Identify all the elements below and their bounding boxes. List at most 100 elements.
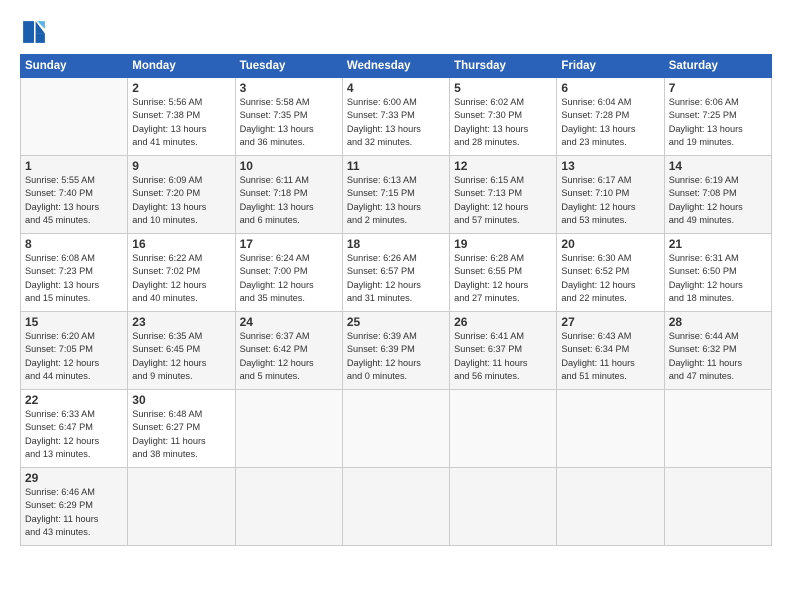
calendar-cell: 9Sunrise: 6:09 AM Sunset: 7:20 PM Daylig… <box>128 156 235 234</box>
day-info: Sunrise: 6:22 AM Sunset: 7:02 PM Dayligh… <box>132 252 230 305</box>
week-row-5: 29Sunrise: 6:46 AM Sunset: 6:29 PM Dayli… <box>21 468 772 546</box>
day-info: Sunrise: 6:31 AM Sunset: 6:50 PM Dayligh… <box>669 252 767 305</box>
calendar-cell: 19Sunrise: 6:28 AM Sunset: 6:55 PM Dayli… <box>450 234 557 312</box>
day-number: 3 <box>240 81 338 95</box>
day-header-sunday: Sunday <box>21 55 128 78</box>
day-number: 19 <box>454 237 552 251</box>
calendar-cell: 24Sunrise: 6:37 AM Sunset: 6:42 PM Dayli… <box>235 312 342 390</box>
day-info: Sunrise: 6:37 AM Sunset: 6:42 PM Dayligh… <box>240 330 338 383</box>
day-info: Sunrise: 6:09 AM Sunset: 7:20 PM Dayligh… <box>132 174 230 227</box>
calendar-cell: 17Sunrise: 6:24 AM Sunset: 7:00 PM Dayli… <box>235 234 342 312</box>
day-info: Sunrise: 6:04 AM Sunset: 7:28 PM Dayligh… <box>561 96 659 149</box>
day-info: Sunrise: 6:41 AM Sunset: 6:37 PM Dayligh… <box>454 330 552 383</box>
calendar-cell: 23Sunrise: 6:35 AM Sunset: 6:45 PM Dayli… <box>128 312 235 390</box>
day-number: 10 <box>240 159 338 173</box>
calendar-cell <box>21 78 128 156</box>
calendar-cell: 16Sunrise: 6:22 AM Sunset: 7:02 PM Dayli… <box>128 234 235 312</box>
day-number: 11 <box>347 159 445 173</box>
day-number: 8 <box>25 237 123 251</box>
calendar-cell <box>342 390 449 468</box>
calendar-body: 2Sunrise: 5:56 AM Sunset: 7:38 PM Daylig… <box>21 78 772 546</box>
calendar-cell: 7Sunrise: 6:06 AM Sunset: 7:25 PM Daylig… <box>664 78 771 156</box>
day-info: Sunrise: 5:56 AM Sunset: 7:38 PM Dayligh… <box>132 96 230 149</box>
calendar-cell: 2Sunrise: 5:56 AM Sunset: 7:38 PM Daylig… <box>128 78 235 156</box>
day-number: 7 <box>669 81 767 95</box>
day-number: 15 <box>25 315 123 329</box>
day-header-wednesday: Wednesday <box>342 55 449 78</box>
calendar-cell <box>342 468 449 546</box>
calendar-cell <box>450 468 557 546</box>
day-info: Sunrise: 6:43 AM Sunset: 6:34 PM Dayligh… <box>561 330 659 383</box>
day-number: 13 <box>561 159 659 173</box>
day-number: 5 <box>454 81 552 95</box>
day-number: 25 <box>347 315 445 329</box>
calendar-cell: 21Sunrise: 6:31 AM Sunset: 6:50 PM Dayli… <box>664 234 771 312</box>
day-info: Sunrise: 6:28 AM Sunset: 6:55 PM Dayligh… <box>454 252 552 305</box>
calendar-cell: 22Sunrise: 6:33 AM Sunset: 6:47 PM Dayli… <box>21 390 128 468</box>
calendar-cell <box>557 390 664 468</box>
day-number: 18 <box>347 237 445 251</box>
calendar-cell: 27Sunrise: 6:43 AM Sunset: 6:34 PM Dayli… <box>557 312 664 390</box>
day-number: 27 <box>561 315 659 329</box>
calendar-cell <box>664 468 771 546</box>
day-header-thursday: Thursday <box>450 55 557 78</box>
day-number: 12 <box>454 159 552 173</box>
calendar-cell: 5Sunrise: 6:02 AM Sunset: 7:30 PM Daylig… <box>450 78 557 156</box>
day-header-saturday: Saturday <box>664 55 771 78</box>
day-number: 16 <box>132 237 230 251</box>
day-number: 24 <box>240 315 338 329</box>
week-row-2: 8Sunrise: 6:08 AM Sunset: 7:23 PM Daylig… <box>21 234 772 312</box>
calendar-cell <box>450 390 557 468</box>
day-number: 28 <box>669 315 767 329</box>
day-number: 17 <box>240 237 338 251</box>
day-number: 23 <box>132 315 230 329</box>
page: SundayMondayTuesdayWednesdayThursdayFrid… <box>0 0 792 612</box>
calendar-cell <box>557 468 664 546</box>
calendar-cell: 20Sunrise: 6:30 AM Sunset: 6:52 PM Dayli… <box>557 234 664 312</box>
calendar-cell: 10Sunrise: 6:11 AM Sunset: 7:18 PM Dayli… <box>235 156 342 234</box>
day-number: 1 <box>25 159 123 173</box>
calendar-cell: 6Sunrise: 6:04 AM Sunset: 7:28 PM Daylig… <box>557 78 664 156</box>
day-header-tuesday: Tuesday <box>235 55 342 78</box>
calendar-cell <box>235 390 342 468</box>
day-info: Sunrise: 6:02 AM Sunset: 7:30 PM Dayligh… <box>454 96 552 149</box>
day-info: Sunrise: 6:35 AM Sunset: 6:45 PM Dayligh… <box>132 330 230 383</box>
calendar-cell: 25Sunrise: 6:39 AM Sunset: 6:39 PM Dayli… <box>342 312 449 390</box>
day-number: 22 <box>25 393 123 407</box>
day-number: 26 <box>454 315 552 329</box>
day-info: Sunrise: 5:55 AM Sunset: 7:40 PM Dayligh… <box>25 174 123 227</box>
calendar-cell: 3Sunrise: 5:58 AM Sunset: 7:35 PM Daylig… <box>235 78 342 156</box>
day-info: Sunrise: 6:08 AM Sunset: 7:23 PM Dayligh… <box>25 252 123 305</box>
day-info: Sunrise: 6:24 AM Sunset: 7:00 PM Dayligh… <box>240 252 338 305</box>
calendar-cell: 4Sunrise: 6:00 AM Sunset: 7:33 PM Daylig… <box>342 78 449 156</box>
day-info: Sunrise: 6:17 AM Sunset: 7:10 PM Dayligh… <box>561 174 659 227</box>
calendar-cell: 29Sunrise: 6:46 AM Sunset: 6:29 PM Dayli… <box>21 468 128 546</box>
day-number: 9 <box>132 159 230 173</box>
day-info: Sunrise: 6:11 AM Sunset: 7:18 PM Dayligh… <box>240 174 338 227</box>
calendar-cell: 13Sunrise: 6:17 AM Sunset: 7:10 PM Dayli… <box>557 156 664 234</box>
day-header-monday: Monday <box>128 55 235 78</box>
logo <box>20 18 52 46</box>
calendar-cell: 11Sunrise: 6:13 AM Sunset: 7:15 PM Dayli… <box>342 156 449 234</box>
week-row-1: 1Sunrise: 5:55 AM Sunset: 7:40 PM Daylig… <box>21 156 772 234</box>
day-number: 30 <box>132 393 230 407</box>
day-header-friday: Friday <box>557 55 664 78</box>
day-number: 29 <box>25 471 123 485</box>
calendar-cell <box>664 390 771 468</box>
calendar-cell: 12Sunrise: 6:15 AM Sunset: 7:13 PM Dayli… <box>450 156 557 234</box>
day-info: Sunrise: 6:06 AM Sunset: 7:25 PM Dayligh… <box>669 96 767 149</box>
day-number: 20 <box>561 237 659 251</box>
header <box>20 18 772 46</box>
day-info: Sunrise: 6:13 AM Sunset: 7:15 PM Dayligh… <box>347 174 445 227</box>
day-number: 14 <box>669 159 767 173</box>
week-row-0: 2Sunrise: 5:56 AM Sunset: 7:38 PM Daylig… <box>21 78 772 156</box>
calendar-cell: 30Sunrise: 6:48 AM Sunset: 6:27 PM Dayli… <box>128 390 235 468</box>
day-info: Sunrise: 6:33 AM Sunset: 6:47 PM Dayligh… <box>25 408 123 461</box>
calendar-table: SundayMondayTuesdayWednesdayThursdayFrid… <box>20 54 772 546</box>
calendar-cell <box>235 468 342 546</box>
week-row-3: 15Sunrise: 6:20 AM Sunset: 7:05 PM Dayli… <box>21 312 772 390</box>
day-info: Sunrise: 6:44 AM Sunset: 6:32 PM Dayligh… <box>669 330 767 383</box>
calendar-cell: 26Sunrise: 6:41 AM Sunset: 6:37 PM Dayli… <box>450 312 557 390</box>
day-info: Sunrise: 6:15 AM Sunset: 7:13 PM Dayligh… <box>454 174 552 227</box>
calendar-cell: 15Sunrise: 6:20 AM Sunset: 7:05 PM Dayli… <box>21 312 128 390</box>
